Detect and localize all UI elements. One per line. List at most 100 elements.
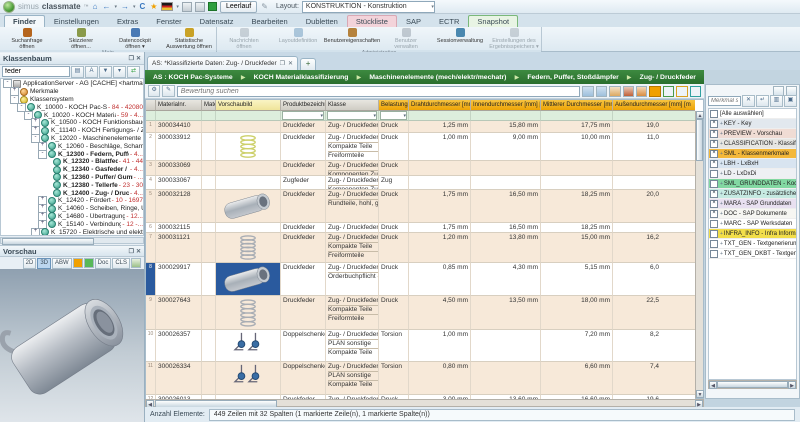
list-view-icon[interactable]: ▤	[71, 65, 84, 78]
attribute-group-item[interactable]: + LD - LxDxDi	[709, 169, 796, 179]
vorschaubild-cell[interactable]	[216, 296, 281, 330]
class-tree-search-input[interactable]	[2, 66, 70, 77]
produktbezeichnung-cell[interactable]: Doppelschenkelfeder	[281, 362, 326, 395]
attribute-group-item[interactable]: + MARC - SAP Werksdaten	[709, 219, 796, 229]
materialnr2-cell[interactable]	[202, 296, 216, 330]
checkbox-checked-icon[interactable]: ×	[710, 149, 718, 158]
produktbezeichnung-cell[interactable]: Druckfeder	[281, 233, 326, 263]
tree-item[interactable]: -K_10020 - KOCH Materialklassifizierung …	[1, 110, 143, 120]
attribute-search-input[interactable]	[708, 95, 741, 106]
belastung-cell[interactable]: Druck	[379, 296, 409, 330]
row-number-cell[interactable]: 9	[146, 296, 156, 330]
aussendurchmesser-cell[interactable]	[613, 161, 695, 176]
tree-item[interactable]: +K_15140 - Verbindungselemente - 12 -...	[1, 219, 143, 229]
materialnr-cell[interactable]: 300033912	[156, 133, 202, 161]
column-header[interactable]: Belastung	[379, 100, 409, 111]
checkbox-icon[interactable]	[710, 179, 718, 188]
drahtdurchmesser-cell[interactable]: 4,50 mm	[409, 296, 471, 330]
float-panel-icon[interactable]: ❐	[129, 55, 134, 62]
klasse-cell[interactable]: Zug- / DruckfederKomponenten Zukauf...	[326, 176, 379, 190]
checkbox-checked-icon[interactable]: ×	[710, 139, 718, 148]
preview-doc-button[interactable]: Doc	[94, 257, 112, 269]
preview-mode-3d-button[interactable]: 3D	[37, 257, 51, 269]
mark-yellow-icon[interactable]	[676, 85, 688, 97]
checkbox-icon[interactable]	[710, 249, 718, 258]
session-management-button[interactable]: Sessionverwaltung	[433, 27, 487, 50]
row-number-cell[interactable]: 2	[146, 133, 156, 161]
klasse-cell[interactable]: Zug- / Druckfeder	[326, 223, 379, 233]
vorschaubild-cell[interactable]	[216, 330, 281, 362]
item-expand-icon[interactable]: +	[720, 211, 723, 217]
materialnr-cell[interactable]: 300033069	[156, 161, 202, 176]
ribbon-tab-dubletten[interactable]: Dubletten	[297, 15, 347, 27]
item-expand-icon[interactable]: +	[720, 171, 723, 177]
checkbox-icon[interactable]	[710, 109, 718, 118]
tree-item[interactable]: +K_10500 - KOCH Funktionsbaugruppen	[1, 118, 143, 128]
mittlerer-durchmesser-cell[interactable]: 18,00 mm	[541, 296, 613, 330]
checkbox-checked-icon[interactable]: ×	[710, 189, 718, 198]
tree-item[interactable]: K_12320 - Blattfeder - 41 - 44	[1, 157, 143, 166]
layout-combobox[interactable]: KONSTRUKTION - Konstruktion ▾	[301, 0, 435, 13]
breadcrumb-segment[interactable]: Maschinenelemente (mech/elektr/mechatr)	[369, 74, 506, 81]
materialnr2-cell[interactable]	[202, 121, 216, 133]
materialnr2-cell[interactable]	[202, 223, 216, 233]
mark-green-icon[interactable]	[662, 85, 675, 97]
materialnr-cell[interactable]: 300032115	[156, 223, 202, 233]
tree-item[interactable]: K_12340 - Gasfeder / Stoßdä... - 4...	[1, 165, 143, 174]
item-expand-icon[interactable]: +	[720, 121, 723, 127]
aussendurchmesser-cell[interactable]	[613, 176, 695, 190]
preview-orange-icon[interactable]	[72, 258, 83, 268]
tree-item[interactable]: +K_14060 - Scheiben, Ringe, Unterlege...	[1, 204, 143, 214]
data-cockpit-button[interactable]: Datencockpit öffnen ▾	[108, 27, 162, 50]
drahtdurchmesser-cell[interactable]: 1,20 mm	[409, 233, 471, 263]
drahtdurchmesser-cell[interactable]: 1,75 mm	[409, 190, 471, 223]
filter-dropdown-icon[interactable]: ▾	[113, 65, 126, 78]
aussendurchmesser-cell[interactable]: 7,4	[613, 362, 695, 395]
chart-icon[interactable]: ▥	[770, 94, 783, 107]
row-number-cell[interactable]: 10	[146, 330, 156, 362]
drahtdurchmesser-cell[interactable]	[409, 161, 471, 176]
aussendurchmesser-cell[interactable]: 20,0	[613, 190, 695, 223]
preview-mode-2d-button[interactable]: 2D	[22, 257, 37, 269]
table-columns-icon[interactable]	[595, 85, 608, 97]
klasse-cell[interactable]: Zug- / DruckfederKomponenten Zukauf...	[326, 161, 379, 176]
item-expand-icon[interactable]: +	[720, 241, 723, 247]
row-number-cell[interactable]: 8	[146, 263, 156, 296]
attribute-group-item[interactable]: +SML_GRUNDDATEN - Koch Grunddaten	[709, 179, 796, 189]
attachment-icon[interactable]: ✎	[260, 2, 269, 12]
column-header[interactable]: Innendurchmesser [mm] [mm]	[471, 100, 541, 111]
tree-item[interactable]: +K_14680 - Übertragungselemente - 12...	[1, 211, 143, 221]
refresh-data-icon[interactable]	[609, 85, 621, 97]
new-tab-button[interactable]: +	[300, 58, 317, 70]
table-row[interactable]: 8 300029917 Druckfeder Zug- / Druckfeder Ord…	[146, 263, 695, 296]
materialnr2-cell[interactable]	[202, 133, 216, 161]
belastung-cell[interactable]: Druck	[379, 133, 409, 161]
ribbon-tab-datensatz[interactable]: Datensatz	[191, 15, 243, 27]
belastung-cell[interactable]: Torsion	[379, 330, 409, 362]
float-preview-icon[interactable]: ❐	[129, 248, 134, 255]
table-row[interactable]: 10300026357 DoppelschenkelfederZug- / Dru…	[146, 330, 695, 362]
row-number-cell[interactable]: 1	[146, 121, 156, 133]
column-header[interactable]: Klasse	[326, 100, 379, 111]
klasse-cell[interactable]: Zug- / DruckfederOrderbuchpflicht - Lie.…	[326, 263, 379, 296]
aussendurchmesser-cell[interactable]: 19,0	[613, 121, 695, 133]
column-header[interactable]: Drahtdurchmesser [mm] [mm]	[409, 100, 471, 111]
column-header[interactable]: Außendurchmesser [mm] [m	[613, 100, 695, 111]
attribute-group-item[interactable]: × + KEY - Key	[709, 119, 796, 129]
materialnr2-cell[interactable]	[202, 190, 216, 223]
produktbezeichnung-cell[interactable]: Doppelschenkelfeder	[281, 330, 326, 362]
mittlerer-durchmesser-cell[interactable]: 18,25 mm	[541, 190, 613, 223]
item-expand-icon[interactable]: +	[720, 151, 723, 157]
drahtdurchmesser-cell[interactable]	[409, 176, 471, 190]
breadcrumb-segment[interactable]: AS : KOCH Pac-Systeme	[153, 74, 233, 81]
materialnr2-cell[interactable]	[202, 233, 216, 263]
attr-scroll-left-icon[interactable]: ◀	[709, 381, 717, 389]
checkbox-checked-icon[interactable]: ×	[710, 199, 718, 208]
favorites-star-icon[interactable]: ★	[149, 2, 158, 12]
ribbon-tab-ectr[interactable]: ECTR	[430, 15, 468, 27]
filter-cell[interactable]	[202, 111, 216, 121]
mittlerer-durchmesser-cell[interactable]: 17,75 mm	[541, 121, 613, 133]
tree-item[interactable]: K_12380 - Tellerfeder - 23 - 30	[1, 181, 143, 190]
attribute-group-item[interactable]: × + SML - Klassenmerkmale	[709, 149, 796, 159]
preview-3d-viewport[interactable]	[0, 269, 144, 422]
